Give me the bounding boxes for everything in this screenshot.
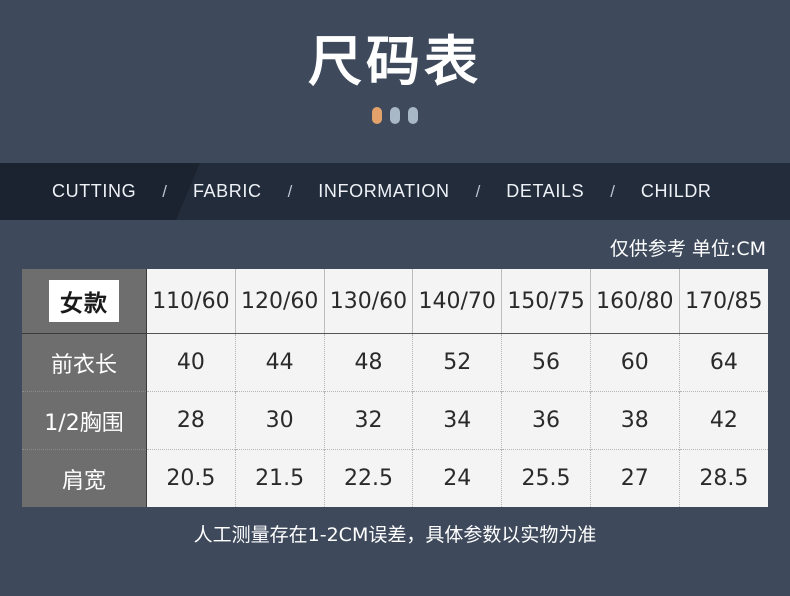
footer-note-row: 人工测量存在1-2CM误差，具体参数以实物为准 (0, 507, 790, 547)
column-header-3: 140/70 (412, 269, 503, 334)
row-label-2: 肩宽 (22, 449, 147, 507)
dot-2-icon (390, 106, 400, 124)
nav-item-details[interactable]: DETAILS (506, 181, 584, 202)
size-table-container: 女款 110/60 120/60 130/60 140/70 150/75 16… (0, 269, 790, 507)
decorative-dots (372, 106, 418, 124)
unit-note-row: 仅供参考 单位:CM (0, 220, 790, 269)
row-label-1: 1/2胸围 (22, 391, 147, 450)
column-header-1: 120/60 (235, 269, 325, 334)
column-header-0: 110/60 (146, 269, 236, 334)
cell-1-5: 38 (590, 391, 680, 450)
cell-1-3: 34 (412, 391, 503, 450)
column-header-5: 160/80 (590, 269, 680, 334)
cell-0-1: 44 (235, 333, 325, 392)
cell-1-1: 30 (235, 391, 325, 450)
size-table: 女款 110/60 120/60 130/60 140/70 150/75 16… (22, 269, 768, 507)
cell-0-5: 60 (590, 333, 680, 392)
nav-separator-4: / (610, 181, 615, 201)
cell-2-1: 21.5 (235, 449, 325, 507)
cell-0-4: 56 (501, 333, 591, 392)
column-header-2: 130/60 (324, 269, 414, 334)
cell-0-6: 64 (679, 333, 768, 392)
cell-2-2: 22.5 (324, 449, 414, 507)
column-header-6: 170/85 (679, 269, 768, 334)
page-title: 尺码表 (308, 30, 482, 93)
cell-2-6: 28.5 (679, 449, 768, 507)
cell-0-2: 48 (324, 333, 414, 392)
cell-2-0: 20.5 (146, 449, 236, 507)
size-table-body: 女款 110/60 120/60 130/60 140/70 150/75 16… (22, 269, 768, 507)
hero-banner: 尺码表 (0, 0, 790, 163)
cell-1-0: 28 (146, 391, 236, 450)
cell-2-5: 27 (590, 449, 680, 507)
nav-separator-3: / (475, 181, 481, 201)
table-header-row: 女款 110/60 120/60 130/60 140/70 150/75 16… (22, 269, 768, 334)
table-corner-cell: 女款 (22, 269, 147, 334)
corner-label-chip: 女款 (49, 280, 119, 322)
cell-1-2: 32 (324, 391, 414, 450)
nav-item-children[interactable]: CHILDR (641, 181, 712, 202)
cell-1-6: 42 (679, 391, 768, 450)
cell-1-4: 36 (501, 391, 591, 450)
measurement-disclaimer: 人工测量存在1-2CM误差，具体参数以实物为准 (193, 524, 597, 546)
column-header-4: 150/75 (501, 269, 591, 334)
dot-1-icon (372, 106, 382, 124)
nav-item-information[interactable]: INFORMATION (318, 181, 449, 202)
table-row: 肩宽 20.5 21.5 22.5 24 25.5 27 28.5 (22, 449, 768, 507)
nav-separator-1: / (162, 181, 167, 201)
row-label-0: 前衣长 (22, 333, 147, 392)
cell-0-3: 52 (412, 333, 503, 392)
cell-2-3: 24 (412, 449, 503, 507)
cell-2-4: 25.5 (501, 449, 591, 507)
table-row: 1/2胸围 28 30 32 34 36 38 42 (22, 391, 768, 450)
nav-items: CUTTING / FABRIC / INFORMATION / DETAILS… (0, 181, 712, 202)
nav-item-fabric[interactable]: FABRIC (193, 181, 262, 202)
unit-note: 仅供参考 单位:CM (609, 238, 766, 260)
nav-item-cutting[interactable]: CUTTING (52, 181, 136, 202)
nav-separator-2: / (287, 181, 293, 201)
section-nav: CUTTING / FABRIC / INFORMATION / DETAILS… (0, 163, 790, 220)
table-row: 前衣长 40 44 48 52 56 60 64 (22, 333, 768, 392)
dot-3-icon (408, 106, 418, 124)
cell-0-0: 40 (146, 333, 236, 392)
